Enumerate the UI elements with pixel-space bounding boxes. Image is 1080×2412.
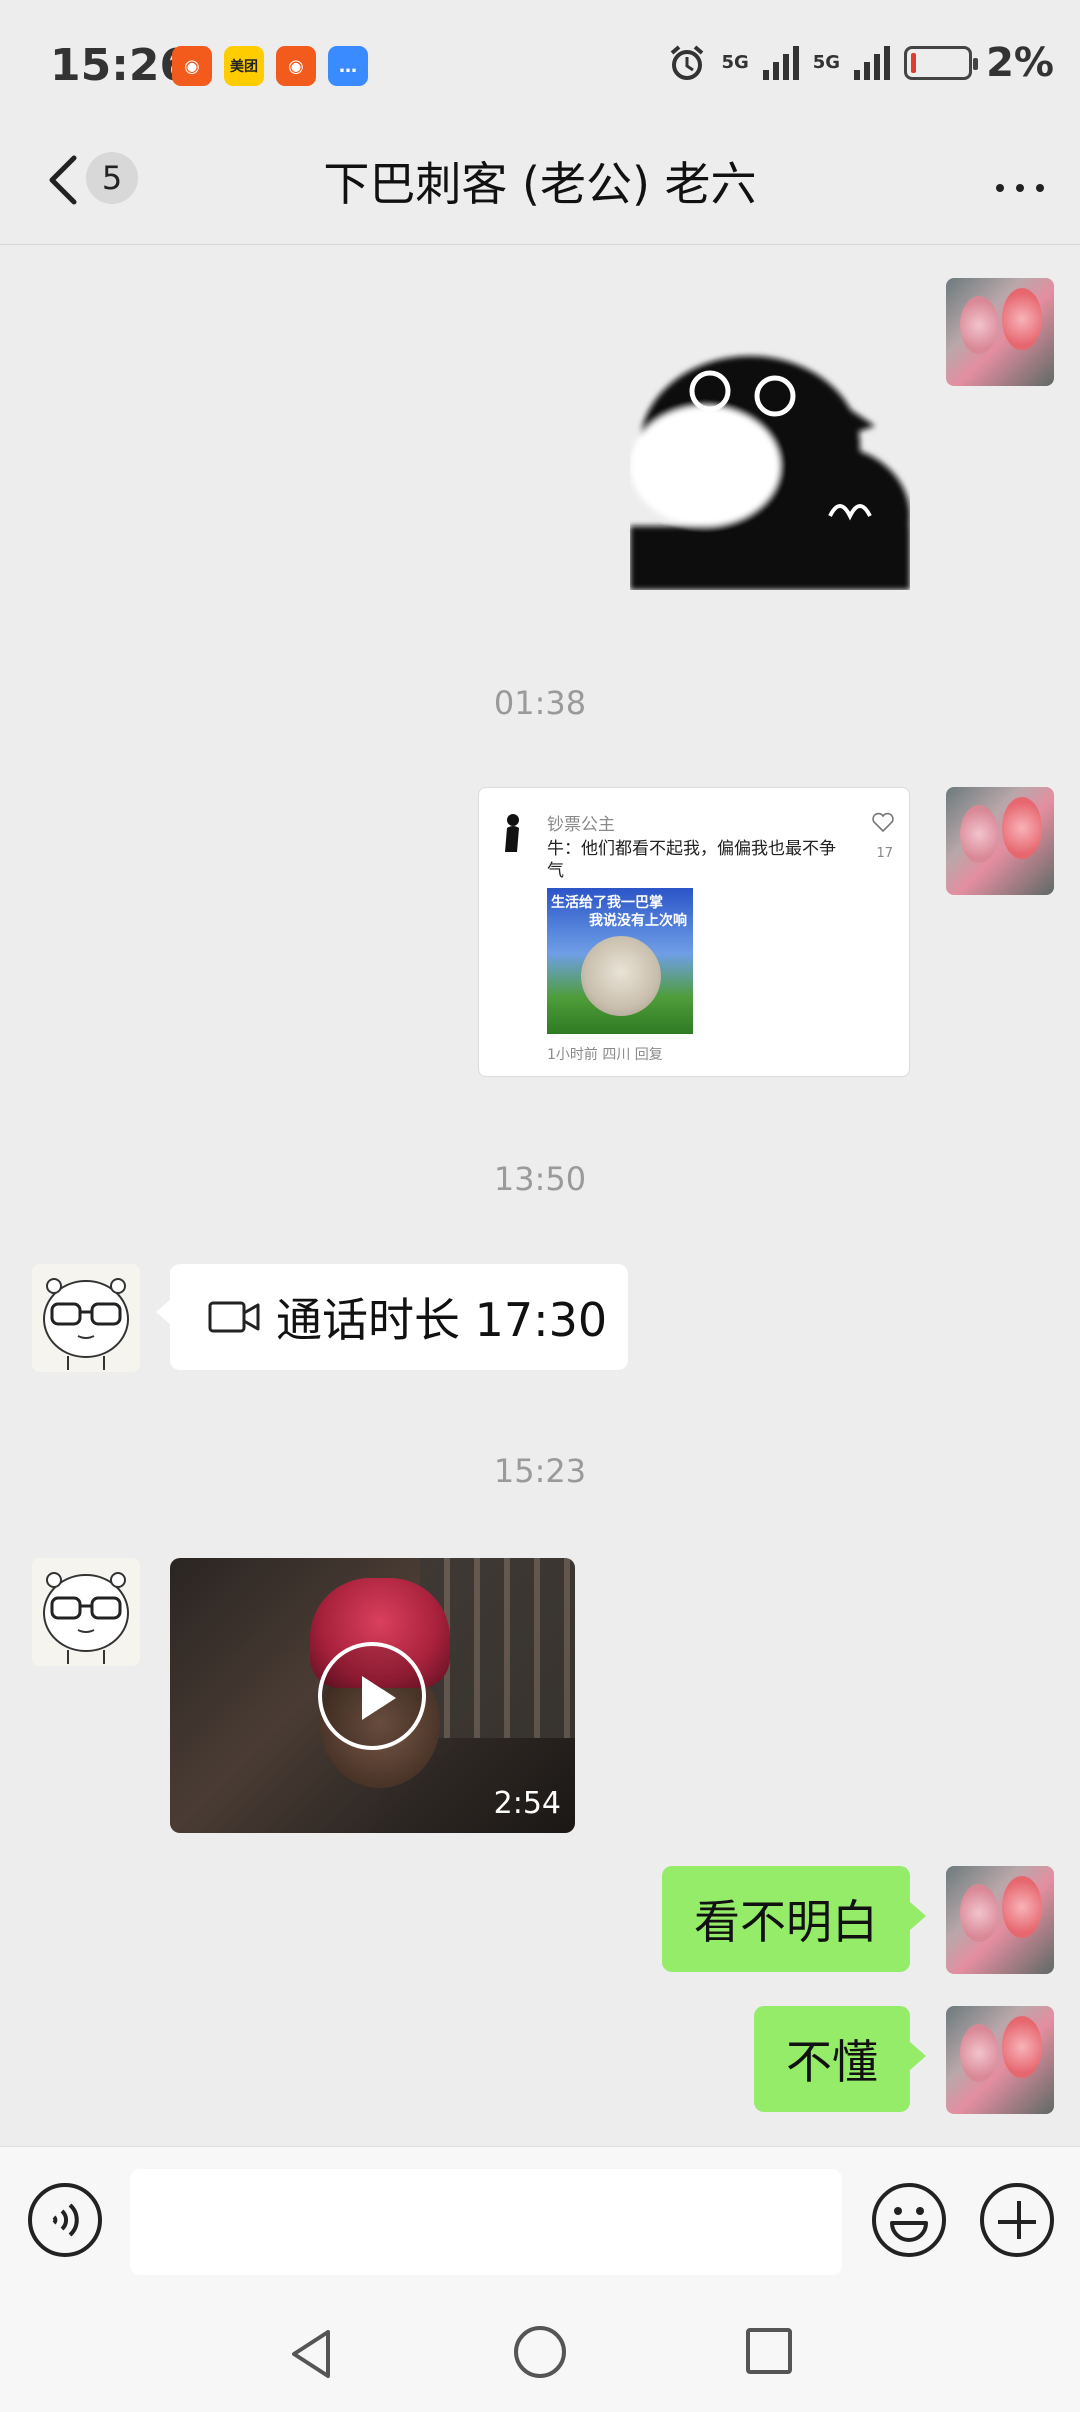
- crow-sticker[interactable]: [630, 316, 910, 590]
- like-count: 17: [876, 846, 893, 861]
- card-author: 钞票公主: [547, 815, 615, 835]
- my-avatar[interactable]: [946, 1866, 1054, 1974]
- message-icon: …: [328, 46, 368, 86]
- meme-caption-1: 生活给了我一巴掌: [551, 895, 663, 911]
- dog-face: [581, 936, 661, 1016]
- more-options-button[interactable]: [990, 158, 1050, 218]
- signal-bars-icon: [762, 46, 799, 80]
- video-message[interactable]: 2:54: [170, 1558, 575, 1833]
- video-call-record[interactable]: 通话时长 17:30: [170, 1264, 628, 1370]
- kuaishou-icon: ◉: [276, 46, 316, 86]
- contact-avatar[interactable]: [32, 1264, 140, 1372]
- my-avatar[interactable]: [946, 2006, 1054, 2114]
- dog-meme-image: 生活给了我一巴掌 我说没有上次响: [547, 888, 693, 1034]
- alarm-icon: [671, 45, 704, 80]
- battery-icon: [904, 46, 979, 80]
- emoji-button[interactable]: [872, 2183, 946, 2257]
- card-text: 牛：他们都看不起我，偏偏我也最不争气: [547, 839, 836, 881]
- more-functions-plus-button[interactable]: [980, 2183, 1054, 2257]
- user-silhouette-icon: [505, 814, 519, 852]
- bubble-tail: [910, 2042, 926, 2070]
- my-message-bubble[interactable]: 不懂: [754, 2006, 910, 2112]
- battery-percent: 2%: [986, 40, 1054, 86]
- timestamp: 01:38: [493, 684, 587, 722]
- contact-avatar[interactable]: [32, 1558, 140, 1666]
- message-input[interactable]: [130, 2169, 842, 2275]
- kuaishou-icon: ◉: [172, 46, 212, 86]
- chat-title: 下巴刺客 (老公) 老六: [323, 157, 757, 211]
- meme-caption-2: 我说没有上次响: [589, 913, 687, 929]
- message-text: 看不明白: [694, 1895, 878, 1949]
- play-icon[interactable]: [318, 1642, 426, 1750]
- shared-comment-card[interactable]: 钞票公主 牛：他们都看不起我，偏偏我也最不争气 生活给了我一巴掌 我说没有上次响…: [478, 787, 910, 1077]
- signal-bars-icon: [854, 46, 891, 80]
- nav-recents-icon[interactable]: [746, 2328, 792, 2374]
- signal-label-1: 5G: [721, 52, 749, 73]
- system-indicators: 5G 5G 2%: [667, 40, 1054, 86]
- nav-back-icon[interactable]: [284, 2326, 340, 2382]
- meituan-icon: 美团: [224, 46, 264, 86]
- my-avatar[interactable]: [946, 278, 1054, 386]
- message-list[interactable]: 01:38 钞票公主 牛：他们都看不起我，偏偏我也最不争气 生活给了我一巴掌 我…: [0, 246, 1080, 2146]
- voice-icon: [52, 2203, 79, 2237]
- my-message-bubble[interactable]: 看不明白: [662, 1866, 910, 1972]
- voice-input-button[interactable]: [28, 2183, 102, 2257]
- status-bar: 15:26 ◉ 美团 ◉ … 5G 5G 2%: [0, 0, 1080, 130]
- timestamp: 15:23: [493, 1452, 587, 1490]
- input-bar: [0, 2146, 1080, 2296]
- timestamp: 13:50: [493, 1160, 587, 1198]
- video-camera-icon: [208, 1301, 260, 1333]
- signal-label-2: 5G: [812, 52, 841, 73]
- smiley-icon: [890, 2207, 928, 2242]
- card-meta: 1小时前 四川 回复: [547, 1047, 663, 1063]
- video-duration: 2:54: [493, 1786, 561, 1821]
- nav-home-icon[interactable]: [514, 2326, 566, 2378]
- call-duration-text: 通话时长 17:30: [276, 1293, 608, 1347]
- bubble-tail: [910, 1902, 926, 1930]
- message-text: 不懂: [786, 2035, 878, 2089]
- my-avatar[interactable]: [946, 787, 1054, 895]
- system-navigation-bar: [0, 2296, 1080, 2412]
- clock: 15:26: [50, 40, 191, 91]
- heart-icon: [872, 812, 894, 833]
